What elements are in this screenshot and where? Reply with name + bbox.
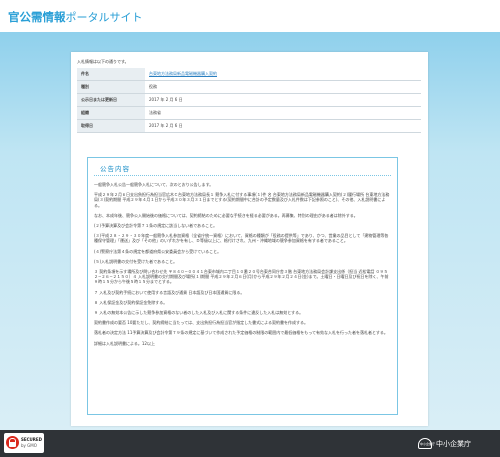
- notice-paragraph: ８ 入札保証金及び契約保証金免除する。: [94, 299, 168, 305]
- notice-paragraph: ３ 契約条項を示す場所及び問い合わせ先 〒８４０−００４１台東市城内二丁目１０番…: [94, 269, 389, 285]
- agency-logo[interactable]: 中小企業庁 中小企業庁: [418, 438, 492, 450]
- info-table: 件名 台東地方法務局新品電磁機器購入契約 種別 役務 公示日または更新日 201…: [77, 68, 421, 133]
- seal-subtitle: by GMO: [21, 443, 37, 448]
- agency-emblem-text: 中小企業庁: [420, 442, 436, 446]
- site-title-main: 官公需情報: [8, 10, 66, 24]
- notice-paragraph: 平成２９年２月６日支出負担行為担当官広木Ｃ台東地方法務局長１ 競争入札に付する事…: [94, 192, 390, 208]
- table-row: 種別 役務: [77, 80, 421, 94]
- notice-paragraph: (４)警察庁法第４条の規定を都道府県公安委員会から受けていること。: [94, 248, 222, 254]
- site-title[interactable]: 官公需情報ポータルサイト: [8, 9, 143, 25]
- ssl-seal-badge[interactable]: SECURED by GMO: [4, 433, 44, 453]
- table-row: 公示日または更新日 2017 年 2 月 6 日: [77, 93, 421, 107]
- notice-box: 公告内容 一般競争入札公告一般競争入札について、次のとおり公告します。 平成２９…: [87, 157, 398, 415]
- row-value-date: 2017 年 2 月 6 日: [145, 93, 421, 107]
- row-label-subject: 件名: [77, 68, 145, 81]
- site-title-sub: ポータルサイト: [65, 11, 143, 24]
- agency-emblem-icon: 中小企業庁: [418, 438, 436, 449]
- agency-name: 中小企業庁: [436, 440, 471, 448]
- notice-divider: [94, 175, 391, 176]
- notice-paragraph: (５)入札説明書の交付を受けた者であること。: [94, 258, 178, 264]
- row-label-date: 公示日または更新日: [77, 93, 145, 107]
- site-header: 官公需情報ポータルサイト: [0, 0, 500, 32]
- row-value-acquired: 2017 年 2 月 6 日: [145, 119, 421, 133]
- notice-paragraph: ７ 入札及び契約手続において使用する言語及び通貨 日本語及び日本国通貨に限る。: [94, 289, 245, 295]
- subject-link[interactable]: 台東地方法務局新品電磁機器購入契約: [145, 68, 421, 81]
- row-label-type: 種別: [77, 80, 145, 94]
- notice-paragraph: 詳細は入札説明書による。12以上: [94, 340, 155, 346]
- table-row: 件名 台東地方法務局新品電磁機器購入契約: [77, 68, 421, 81]
- row-label-acquired: 取得日: [77, 119, 145, 133]
- notice-paragraph: 一般競争入札公告一般競争入札について、次のとおり公告します。: [94, 182, 214, 187]
- notice-paragraph: (３)平成２８・２９・３０年度一般競争入札参加資格（全省庁統一資格）において、資…: [94, 233, 389, 244]
- table-row: 取得日 2017 年 2 月 6 日: [77, 119, 421, 133]
- row-label-org: 組織: [77, 106, 145, 120]
- seal-title: SECURED: [21, 437, 42, 442]
- notice-paragraph: 落札者の決定方法 11予算決算及び会計令第７９条の規定に基づいて作成された予定価…: [94, 330, 388, 336]
- site-footer: SECURED by GMO 中小企業庁 中小企業庁: [0, 430, 500, 457]
- notice-paragraph: 契約書作成の要否 10要ただし、契約締結に当たっては、支出負担行為担当官が指定し…: [94, 320, 308, 326]
- row-value-type: 役務: [145, 80, 421, 94]
- notice-title: 公告内容: [100, 165, 130, 173]
- intro-text: 入札情報は以下の通りです。: [77, 59, 129, 64]
- row-value-org: 法務省: [145, 106, 421, 120]
- notice-paragraph: なお、本成年後、競争公入開始後の価格については、契約締結のために必要な手続きを経…: [94, 212, 358, 218]
- table-row: 組織 法務省: [77, 106, 421, 120]
- notice-paragraph: (２)予算決算及び会計令第７１条の規定に該当しない者であること。: [94, 223, 218, 229]
- lock-icon: [6, 436, 19, 449]
- content-panel: 入札情報は以下の通りです。 件名 台東地方法務局新品電磁機器購入契約 種別 役務…: [71, 52, 428, 426]
- notice-paragraph: ９ 入札の無効本公告に示した競争参加資格のない者のした入札及び入札に関する条件に…: [94, 310, 304, 316]
